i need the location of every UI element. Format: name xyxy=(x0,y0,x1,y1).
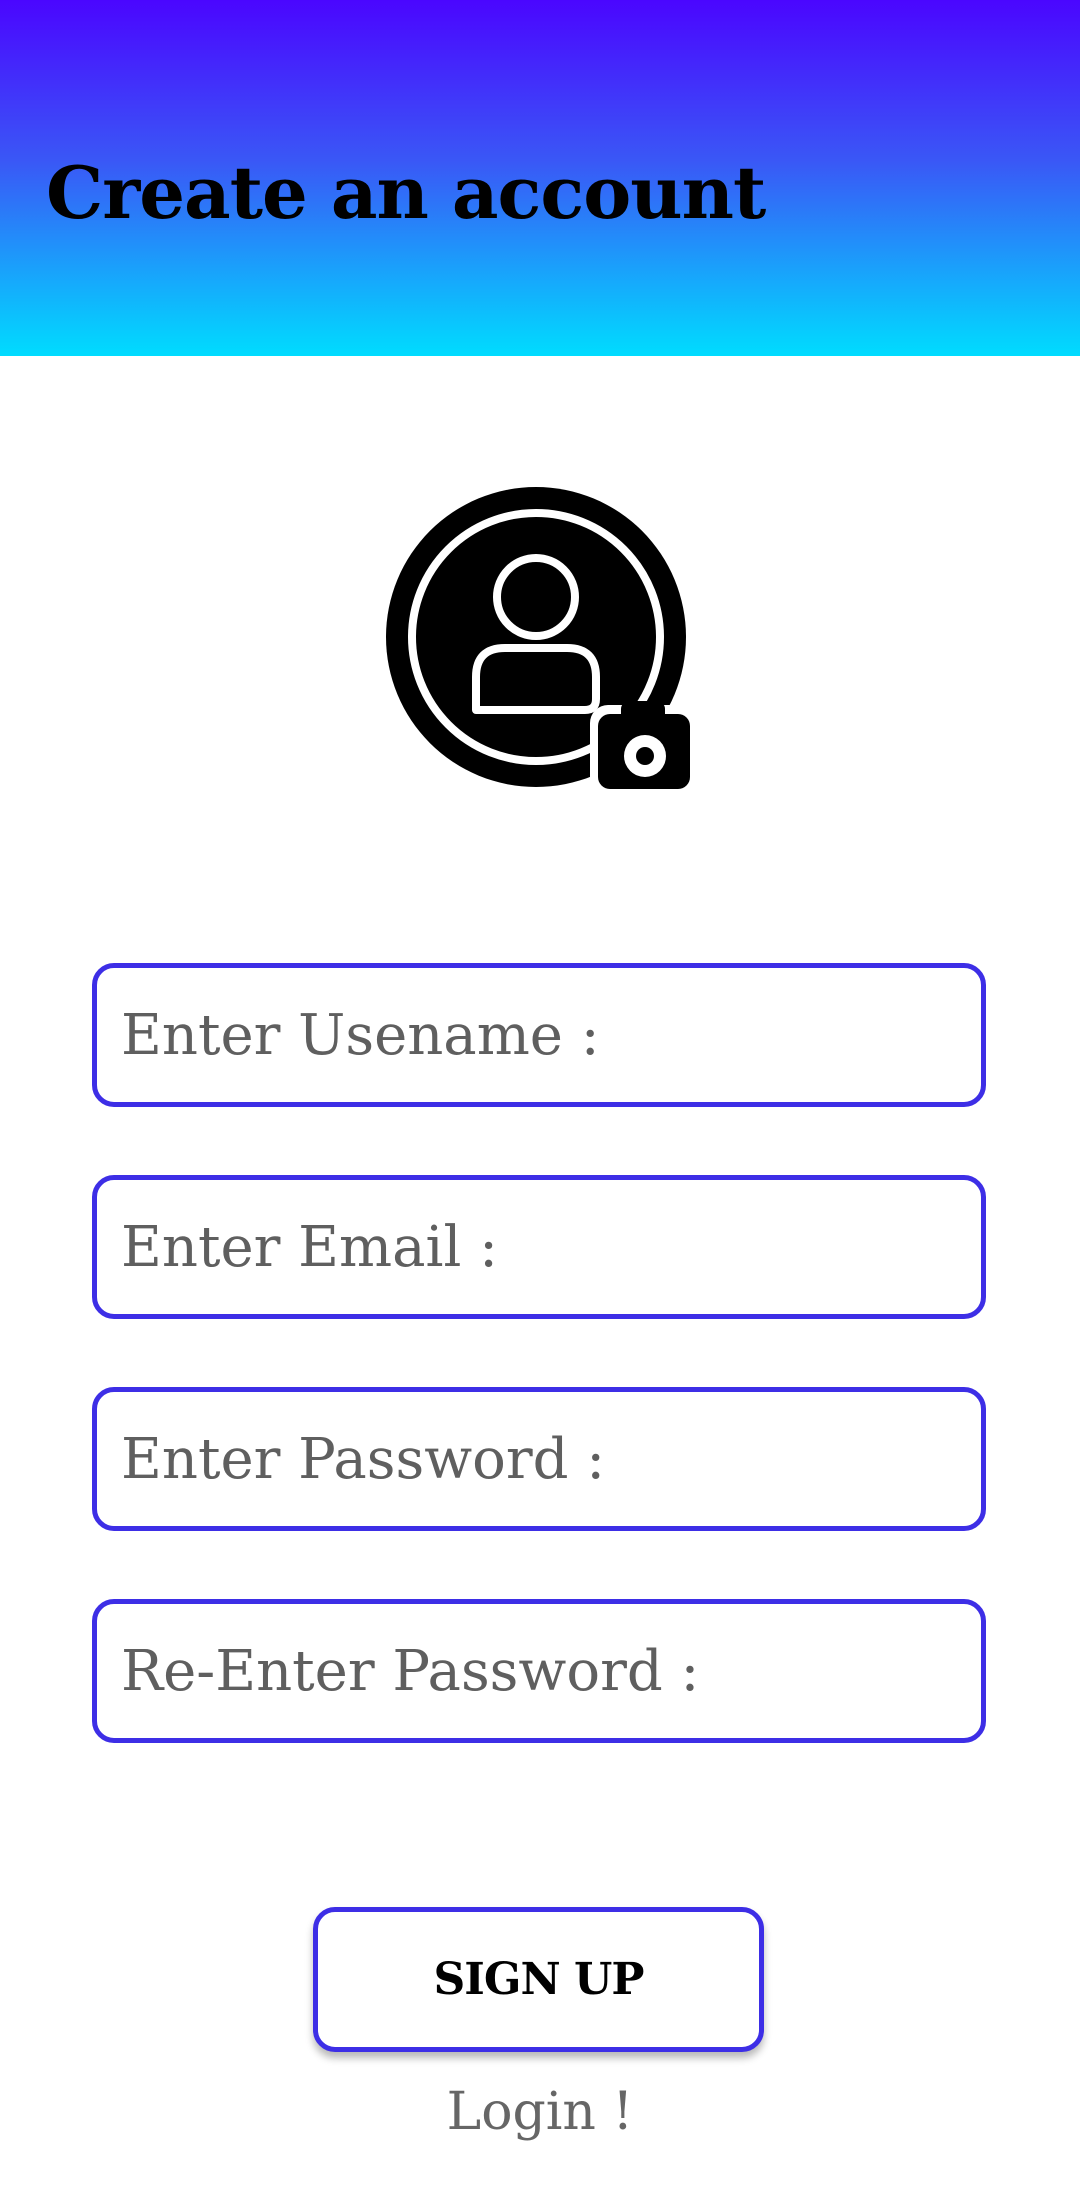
signup-button[interactable]: SIGN UP xyxy=(313,1907,764,2052)
user-circle-icon xyxy=(386,487,698,795)
profile-photo-picker[interactable] xyxy=(380,484,700,804)
login-link[interactable]: Login ! xyxy=(0,2082,1080,2142)
email-input[interactable] xyxy=(97,1180,981,1314)
reenter-password-field[interactable] xyxy=(92,1599,986,1743)
username-field[interactable] xyxy=(92,963,986,1107)
email-field[interactable] xyxy=(92,1175,986,1319)
header: Create an account xyxy=(0,0,1080,356)
username-input[interactable] xyxy=(97,968,981,1102)
password-field[interactable] xyxy=(92,1387,986,1531)
reenter-password-input[interactable] xyxy=(97,1604,981,1738)
page-title: Create an account xyxy=(46,150,766,235)
camera-icon xyxy=(590,701,698,795)
password-input[interactable] xyxy=(97,1392,981,1526)
